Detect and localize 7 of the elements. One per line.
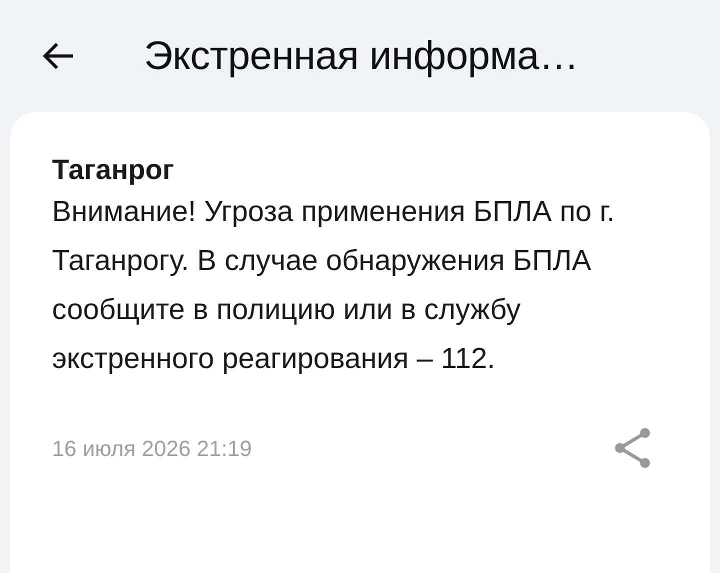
page-title: Экстренная информа… (144, 33, 579, 80)
share-button[interactable] (612, 426, 652, 470)
back-arrow-icon (41, 41, 75, 71)
message-text: Внимание! Угроза применения БПЛА по г. Таганрогу. В случае обнаружения БПЛА сообщите в полицию или в службу экстренного реагирования – 112. (52, 195, 616, 378)
message-date: 16 июля 2026 21:19 (52, 434, 252, 463)
message-city: Таганрог (52, 153, 175, 187)
share-icon (612, 426, 652, 470)
